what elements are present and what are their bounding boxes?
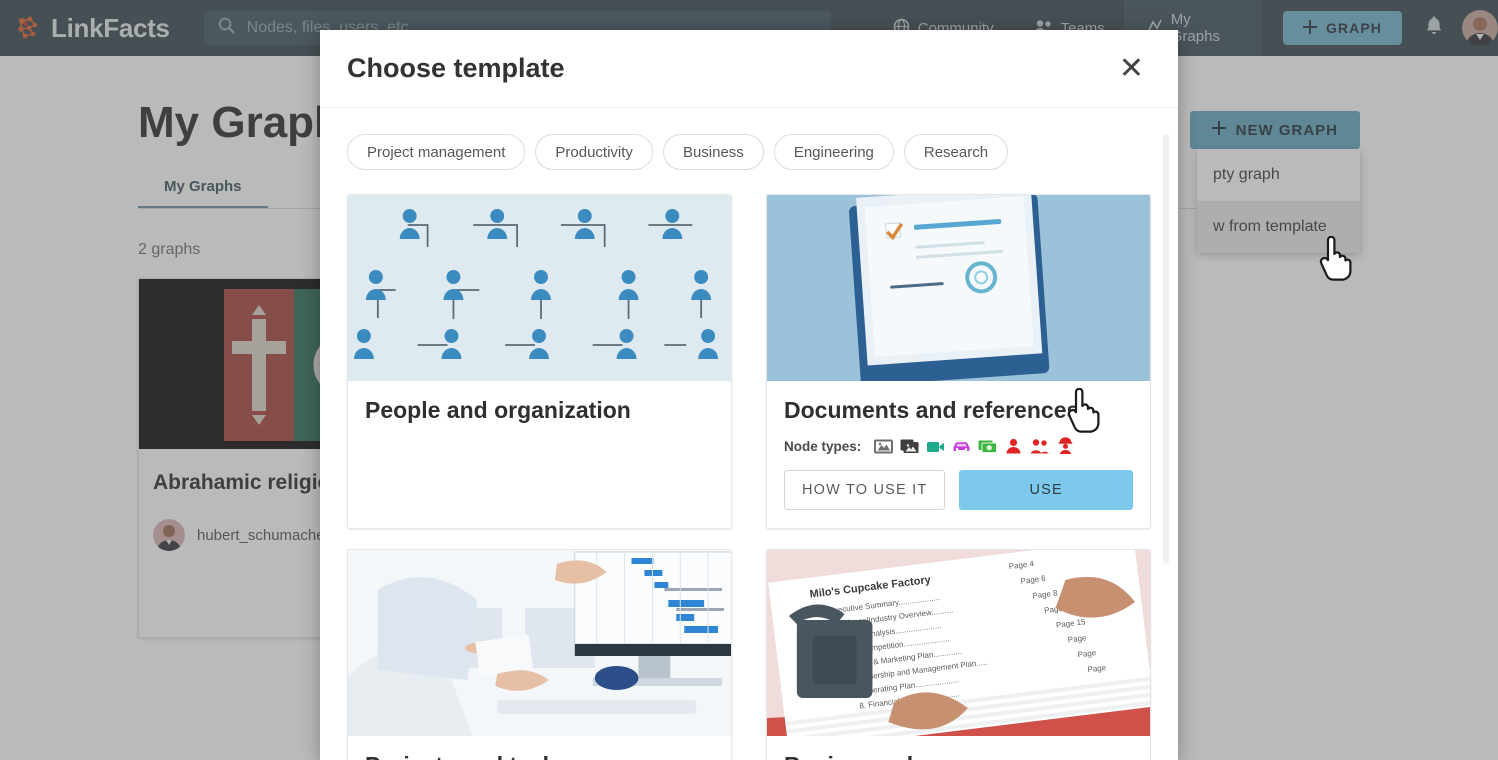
office-gantt-photo-icon	[348, 550, 731, 736]
modal-header: Choose template ✕	[320, 30, 1178, 108]
image-stack-icon	[900, 437, 919, 456]
template-title: Documents and references	[784, 397, 1080, 423]
documents-photo-icon	[767, 195, 1150, 381]
template-card-body: Business plan	[767, 736, 1150, 760]
how-to-use-it-button[interactable]: HOW TO USE IT	[784, 470, 946, 510]
template-card-people-and-organization[interactable]: People and organization	[347, 194, 732, 529]
template-title: People and organization	[365, 397, 631, 423]
chip-business[interactable]: Business	[662, 134, 764, 170]
template-actions: HOW TO USE IT USE	[767, 456, 1150, 528]
template-card-business-plan[interactable]: Milo's Cupcake Factory 1. Executive Summ…	[766, 549, 1151, 760]
modal-content: Project management Productivity Business…	[320, 108, 1178, 760]
modal-scrollbar[interactable]	[1163, 134, 1169, 564]
worker-icon	[1056, 437, 1075, 456]
chip-productivity[interactable]: Productivity	[535, 134, 653, 170]
choose-template-modal: Choose template ✕ Project management Pro…	[320, 30, 1178, 760]
chip-research[interactable]: Research	[903, 134, 1009, 170]
template-card-body: Projects and tasks	[348, 736, 731, 760]
money-icon	[978, 437, 998, 456]
people-group-icon	[1030, 437, 1050, 456]
close-icon[interactable]: ✕	[1117, 53, 1146, 84]
template-card-body: Documents and references Node types:	[767, 381, 1150, 456]
node-types-label: Node types:	[784, 439, 862, 454]
template-card-projects-and-tasks[interactable]: Projects and tasks	[347, 549, 732, 760]
image-icon	[874, 437, 894, 456]
template-title: Business plan	[784, 752, 1133, 760]
org-chart-illustration-icon	[348, 195, 731, 381]
business-plan-photo-icon: Milo's Cupcake Factory 1. Executive Summ…	[767, 550, 1150, 736]
person-icon	[1004, 437, 1023, 456]
car-icon	[952, 437, 971, 456]
template-title: Projects and tasks	[365, 752, 714, 760]
chip-project-management[interactable]: Project management	[347, 134, 526, 170]
video-camera-icon	[926, 437, 945, 456]
category-filter-chips: Project management Productivity Business…	[347, 108, 1151, 194]
template-grid: People and organization Documents and re…	[347, 194, 1151, 760]
template-card-documents-and-references[interactable]: Documents and references Node types: HOW…	[766, 194, 1151, 529]
node-types-row: Node types:	[784, 437, 1133, 456]
use-button[interactable]: USE	[959, 470, 1133, 510]
chip-engineering[interactable]: Engineering	[773, 134, 894, 170]
template-card-body: People and organization	[348, 381, 731, 528]
modal-title: Choose template	[347, 53, 565, 83]
